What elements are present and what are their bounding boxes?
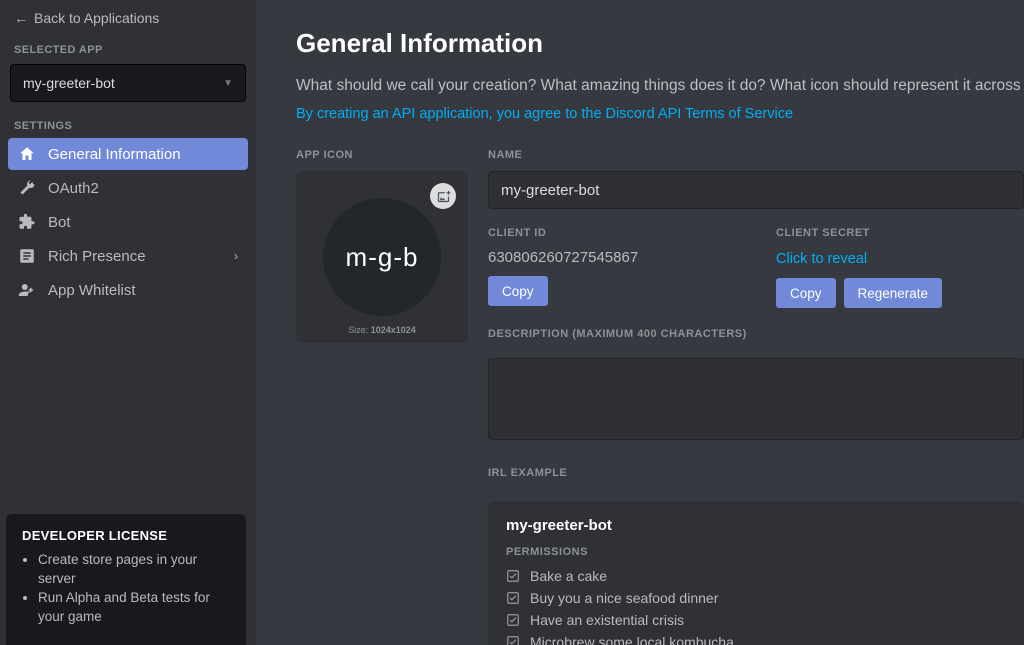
- nav-oauth2[interactable]: OAuth2: [8, 172, 248, 204]
- irl-example-card: my-greeter-bot PERMISSIONS Bake a cake B…: [488, 501, 1024, 645]
- nav-rich-presence[interactable]: Rich Presence ›: [8, 240, 248, 272]
- check-icon: [506, 613, 520, 627]
- client-secret-reveal[interactable]: Click to reveal: [776, 251, 867, 267]
- developer-license-list: Create store pages in your server Run Al…: [22, 551, 230, 627]
- app-selector[interactable]: my-greeter-bot ▼: [10, 64, 246, 102]
- permission-item: Have an existential crisis: [506, 612, 1006, 628]
- description-input[interactable]: [488, 358, 1024, 440]
- main-content: General Information What should we call …: [256, 0, 1024, 645]
- app-icon-uploader[interactable]: m-g-b Size: 1024x1024: [296, 171, 468, 343]
- wrench-icon: [18, 179, 36, 197]
- page-subtitle: What should we call your creation? What …: [296, 77, 1024, 95]
- app-selector-value: my-greeter-bot: [23, 75, 115, 91]
- nav-label: Bot: [48, 214, 71, 231]
- irl-example-label: IRL EXAMPLE: [488, 467, 1024, 479]
- app-icon-initials: m-g-b: [346, 242, 419, 273]
- page-title: General Information: [296, 28, 1024, 59]
- permissions-label: PERMISSIONS: [506, 546, 1006, 558]
- developer-license-item: Create store pages in your server: [38, 551, 230, 589]
- copy-client-id-button[interactable]: Copy: [488, 276, 548, 306]
- tos-link[interactable]: By creating an API application, you agre…: [296, 106, 793, 122]
- check-icon: [506, 569, 520, 583]
- permission-item: Microbrew some local kombucha: [506, 634, 1006, 645]
- permissions-list: Bake a cake Buy you a nice seafood dinne…: [506, 568, 1006, 645]
- app-icon-label: APP ICON: [296, 149, 468, 161]
- developer-license-card: DEVELOPER LICENSE Create store pages in …: [6, 514, 246, 645]
- nav-label: Rich Presence: [48, 248, 146, 265]
- add-image-icon: [430, 183, 456, 209]
- client-secret-label: CLIENT SECRET: [776, 227, 1024, 239]
- client-id-value: 630806260727545867: [488, 249, 736, 266]
- settings-nav: General Information OAuth2 Bot Rich Pres…: [0, 136, 256, 308]
- chevron-right-icon: ›: [234, 249, 238, 263]
- home-icon: [18, 145, 36, 163]
- nav-label: OAuth2: [48, 180, 99, 197]
- document-icon: [18, 247, 36, 265]
- description-label: DESCRIPTION (MAXIMUM 400 CHARACTERS): [488, 328, 1024, 340]
- selected-app-label: SELECTED APP: [0, 38, 256, 60]
- sidebar: ← Back to Applications SELECTED APP my-g…: [0, 0, 256, 645]
- app-icon-size: Size: 1024x1024: [296, 325, 468, 335]
- developer-license-title: DEVELOPER LICENSE: [22, 528, 230, 543]
- check-icon: [506, 591, 520, 605]
- nav-label: General Information: [48, 146, 181, 163]
- app-icon-preview: m-g-b: [323, 198, 441, 316]
- puzzle-icon: [18, 213, 36, 231]
- back-to-applications[interactable]: ← Back to Applications: [0, 0, 256, 38]
- regenerate-secret-button[interactable]: Regenerate: [844, 278, 943, 308]
- name-label: NAME: [488, 149, 1024, 161]
- client-id-label: CLIENT ID: [488, 227, 736, 239]
- nav-bot[interactable]: Bot: [8, 206, 248, 238]
- name-input[interactable]: [488, 171, 1024, 209]
- nav-app-whitelist[interactable]: App Whitelist: [8, 274, 248, 306]
- check-icon: [506, 635, 520, 645]
- permission-item: Buy you a nice seafood dinner: [506, 590, 1006, 606]
- nav-label: App Whitelist: [48, 282, 136, 299]
- permission-item: Bake a cake: [506, 568, 1006, 584]
- copy-client-secret-button[interactable]: Copy: [776, 278, 836, 308]
- irl-app-name: my-greeter-bot: [506, 517, 1006, 534]
- chevron-down-icon: ▼: [223, 78, 233, 89]
- user-add-icon: [18, 281, 36, 299]
- settings-label: SETTINGS: [0, 114, 256, 136]
- back-label: Back to Applications: [34, 10, 159, 26]
- nav-general-information[interactable]: General Information: [8, 138, 248, 170]
- arrow-left-icon: ←: [14, 10, 28, 26]
- developer-license-item: Run Alpha and Beta tests for your game: [38, 589, 230, 627]
